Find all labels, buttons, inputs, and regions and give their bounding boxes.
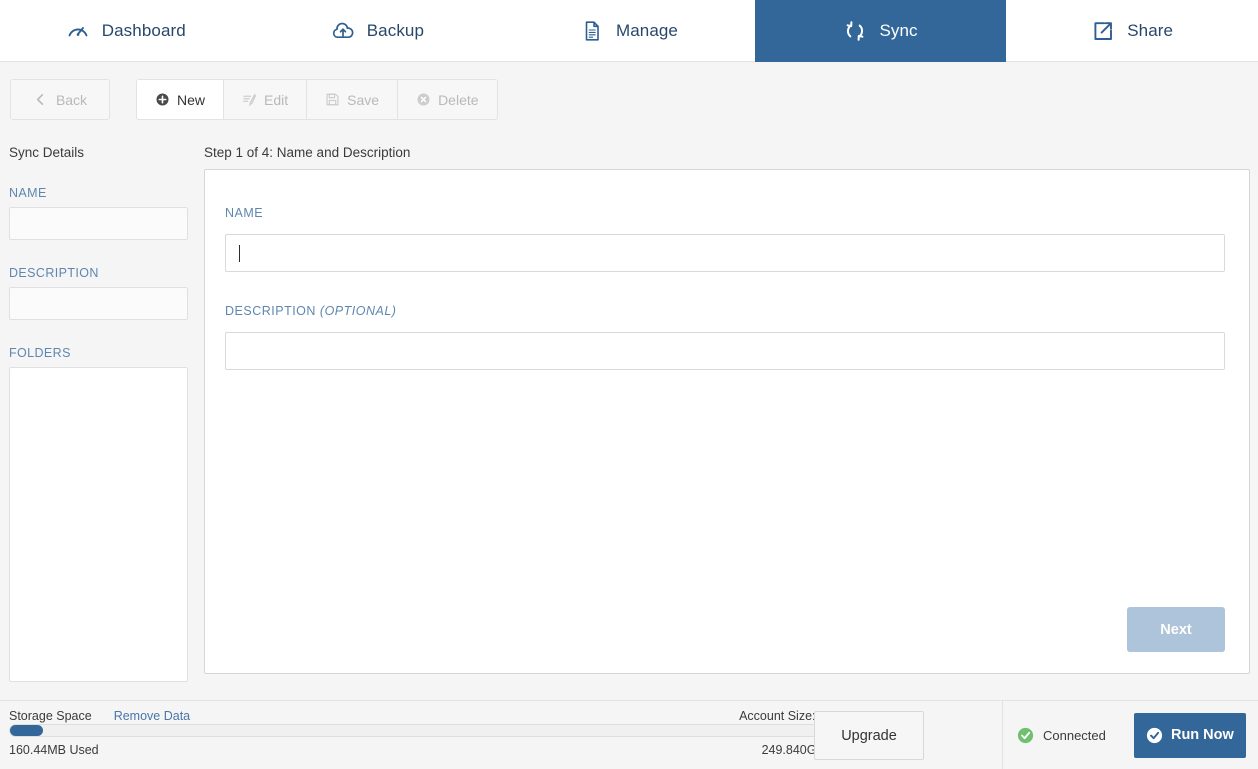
sync-refresh-icon bbox=[843, 19, 867, 43]
sidebar-name-label: NAME bbox=[9, 186, 196, 200]
text-cursor bbox=[239, 245, 240, 262]
description-field-label: DESCRIPTION (OPTIONAL) bbox=[225, 304, 1225, 318]
name-input[interactable] bbox=[225, 234, 1225, 272]
application-window: Dashboard Backup Manage bbox=[0, 0, 1258, 769]
new-button-label: New bbox=[177, 92, 205, 108]
content-area: Sync Details NAME DESCRIPTION FOLDERS St… bbox=[0, 137, 1258, 682]
storage-space-label: Storage Space bbox=[9, 709, 92, 723]
run-check-icon bbox=[1146, 727, 1163, 744]
back-button[interactable]: Back bbox=[10, 79, 110, 120]
account-size-label: Account Size: bbox=[739, 709, 819, 723]
sidebar-folders-list[interactable] bbox=[9, 367, 188, 682]
delete-button-label: Delete bbox=[438, 92, 478, 108]
name-field-label: NAME bbox=[225, 206, 1225, 220]
crud-button-group: New Edit bbox=[136, 79, 498, 120]
new-button[interactable]: New bbox=[136, 79, 224, 120]
nav-tab-share-label: Share bbox=[1127, 21, 1173, 41]
gauge-icon bbox=[66, 19, 90, 43]
nav-tab-sync[interactable]: Sync bbox=[755, 0, 1007, 62]
edit-button-label: Edit bbox=[264, 92, 288, 108]
action-toolbar: Back New Edit bbox=[0, 62, 1258, 137]
external-link-icon bbox=[1091, 19, 1115, 43]
nav-tab-manage-label: Manage bbox=[616, 21, 678, 41]
chevron-left-icon bbox=[33, 92, 48, 107]
run-now-button[interactable]: Run Now bbox=[1134, 713, 1246, 758]
connection-section: Connected Run Now bbox=[1002, 701, 1258, 769]
sidebar-description-value bbox=[9, 287, 188, 320]
next-button[interactable]: Next bbox=[1127, 607, 1225, 652]
document-icon bbox=[580, 19, 604, 43]
storage-section: Storage Space Remove Data Account Size: … bbox=[0, 701, 1002, 769]
nav-tab-sync-label: Sync bbox=[879, 21, 917, 41]
field-spacer bbox=[225, 272, 1225, 304]
cloud-upload-icon bbox=[331, 19, 355, 43]
connection-status-text: Connected bbox=[1043, 728, 1106, 743]
save-button-label: Save bbox=[347, 92, 379, 108]
wizard-panel: NAME DESCRIPTION (OPTIONAL) Next bbox=[204, 169, 1250, 674]
wizard-content: Step 1 of 4: Name and Description NAME D… bbox=[204, 137, 1250, 682]
nav-tab-manage[interactable]: Manage bbox=[503, 0, 755, 62]
description-optional-text: (OPTIONAL) bbox=[320, 304, 397, 318]
x-circle-icon bbox=[416, 92, 431, 107]
sidebar-folders-label: FOLDERS bbox=[9, 346, 196, 360]
edit-button[interactable]: Edit bbox=[224, 79, 307, 120]
floppy-disk-icon bbox=[325, 92, 340, 107]
run-now-button-label: Run Now bbox=[1171, 727, 1234, 743]
save-button[interactable]: Save bbox=[307, 79, 398, 120]
delete-button[interactable]: Delete bbox=[398, 79, 497, 120]
storage-progress-bar bbox=[9, 724, 854, 737]
nav-tab-backup[interactable]: Backup bbox=[252, 0, 504, 62]
pencil-icon bbox=[242, 92, 257, 107]
sidebar-name-value bbox=[9, 207, 188, 240]
nav-tab-dashboard[interactable]: Dashboard bbox=[0, 0, 252, 62]
description-field-label-text: DESCRIPTION bbox=[225, 304, 320, 318]
plus-circle-icon bbox=[155, 92, 170, 107]
main-navigation: Dashboard Backup Manage bbox=[0, 0, 1258, 62]
storage-used-text: 160.44MB Used bbox=[9, 743, 99, 757]
description-input[interactable] bbox=[225, 332, 1225, 370]
wizard-step-title: Step 1 of 4: Name and Description bbox=[204, 145, 1250, 160]
back-button-label: Back bbox=[56, 92, 87, 108]
remove-data-link[interactable]: Remove Data bbox=[114, 709, 190, 723]
sidebar-description-label: DESCRIPTION bbox=[9, 266, 196, 280]
storage-progress-fill bbox=[10, 725, 43, 736]
sync-details-sidebar: Sync Details NAME DESCRIPTION FOLDERS bbox=[0, 137, 196, 682]
sidebar-title: Sync Details bbox=[9, 145, 196, 160]
connected-check-icon bbox=[1017, 727, 1034, 744]
status-bar: Storage Space Remove Data Account Size: … bbox=[0, 700, 1258, 769]
nav-tab-dashboard-label: Dashboard bbox=[102, 21, 186, 41]
nav-tab-backup-label: Backup bbox=[367, 21, 424, 41]
nav-tab-share[interactable]: Share bbox=[1006, 0, 1258, 62]
upgrade-button[interactable]: Upgrade bbox=[814, 711, 924, 760]
